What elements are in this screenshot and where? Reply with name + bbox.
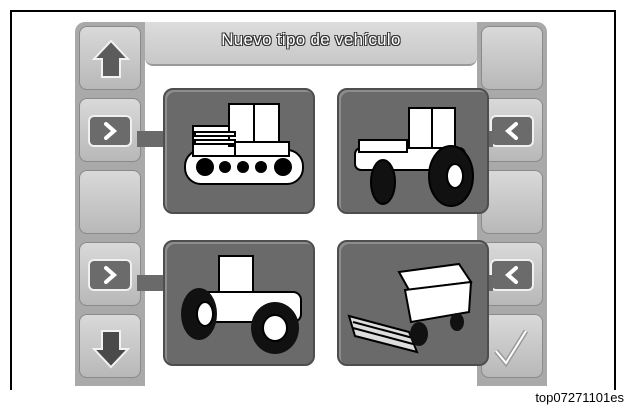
arrow-down-icon xyxy=(91,330,131,369)
chevron-right-icon xyxy=(88,259,132,291)
articulated-tractor-icon xyxy=(181,255,302,354)
vehicle-tile-tracked-tractor[interactable] xyxy=(163,88,315,214)
select-vehicle-3-button[interactable] xyxy=(79,242,141,306)
vehicle-tile-combine-harvester[interactable] xyxy=(337,240,489,366)
tracked-tractor-icon xyxy=(184,103,304,185)
scroll-up-button[interactable] xyxy=(79,26,141,90)
right-blank-button-top[interactable] xyxy=(481,26,543,90)
vehicle-tile-articulated-tractor[interactable] xyxy=(163,240,315,366)
vehicle-type-screen: Nuevo tipo de vehículo xyxy=(75,22,547,386)
checkmark-icon xyxy=(494,329,529,368)
vehicle-tile-wheeled-tractor[interactable] xyxy=(337,88,489,214)
screen-title: Nuevo tipo de vehículo xyxy=(221,30,401,49)
title-bar: Nuevo tipo de vehículo xyxy=(145,22,477,66)
chevron-right-icon xyxy=(88,115,132,147)
arrow-up-icon xyxy=(91,39,131,78)
wheeled-tractor-icon xyxy=(354,107,474,207)
combine-harvester-icon xyxy=(347,262,473,354)
scroll-down-button[interactable] xyxy=(79,314,141,378)
chevron-left-icon xyxy=(490,115,534,147)
chevron-left-icon xyxy=(490,259,534,291)
figure-id-caption: top07271101es xyxy=(533,390,626,405)
left-blank-button[interactable] xyxy=(79,170,141,234)
select-vehicle-1-button[interactable] xyxy=(79,98,141,162)
left-button-column xyxy=(75,22,145,386)
